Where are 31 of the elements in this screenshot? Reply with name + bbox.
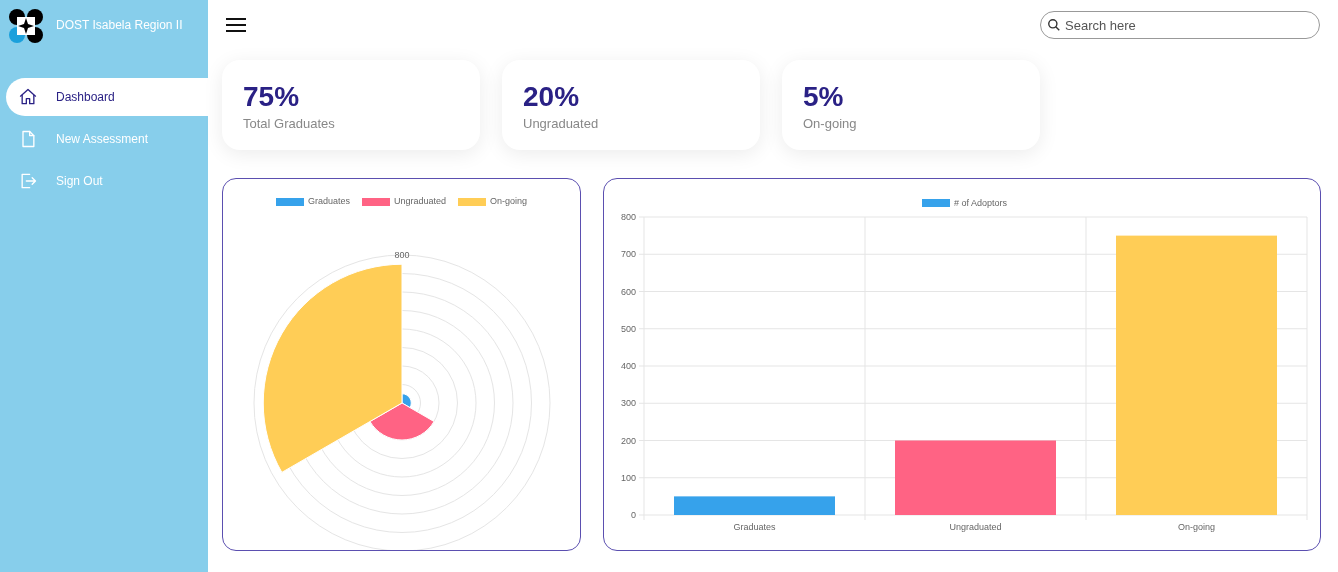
axis-tick-label: 800	[620, 212, 636, 222]
axis-category-label: Graduates	[733, 522, 776, 532]
axis-tick-label: 100	[620, 472, 636, 483]
search-icon	[1047, 18, 1061, 32]
axis-tick-label: 500	[620, 323, 636, 334]
axis-tick-label: 800	[394, 249, 409, 260]
stat-label: Total Graduates	[243, 115, 336, 133]
axis-tick-label: 300	[620, 398, 636, 409]
axis-category-label: Ungraduated	[949, 522, 1002, 532]
stat-value: 20%	[523, 82, 581, 112]
legend-label: On-going	[490, 195, 528, 208]
sidebar-item[interactable]: Sign Out	[6, 162, 208, 200]
stat-label: On-going	[803, 115, 858, 133]
stat-value: 75%	[243, 82, 301, 112]
search-field[interactable]: Search here	[1040, 11, 1320, 39]
sidebar-item[interactable]: Dashboard	[6, 78, 208, 116]
axis-tick-label: 600	[620, 286, 636, 297]
stat-value: 5%	[803, 82, 845, 112]
stat-label: Ungraduated	[523, 115, 600, 133]
axis-tick-label: 400	[620, 361, 636, 371]
legend-label: # of Adoptors	[954, 198, 1008, 208]
axis-category-label: On-going	[1178, 522, 1215, 532]
sidebar-item[interactable]: New Assessment	[6, 120, 208, 158]
logo-icon	[8, 8, 44, 44]
axis-tick-label: 0	[631, 510, 636, 520]
axis-tick-label: 700	[620, 249, 636, 260]
home-icon	[18, 87, 38, 107]
axis-tick-label: 200	[620, 435, 636, 446]
legend-label: Ungraduated	[393, 195, 446, 208]
legend-label: Graduates	[307, 195, 350, 208]
brand-title: DOST Isabela Region II	[56, 17, 183, 34]
